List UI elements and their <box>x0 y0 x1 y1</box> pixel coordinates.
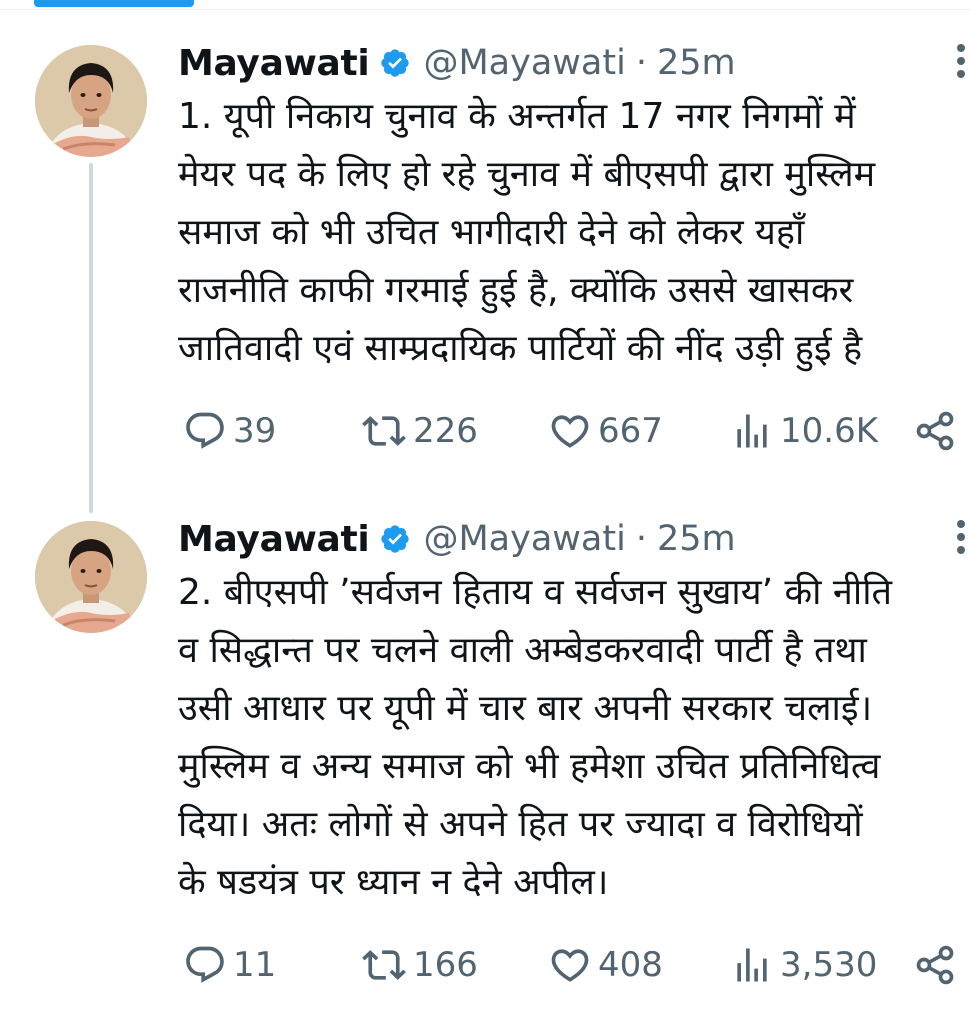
separator-dot: · <box>635 43 647 83</box>
views-count: 3,530 <box>780 945 878 985</box>
tweet-text-line: मुस्लिम व अन्य समाज को भी हमेशा उचित प्र… <box>178 746 881 787</box>
divider <box>0 9 971 10</box>
avatar[interactable] <box>35 45 147 157</box>
share-icon <box>916 945 954 985</box>
tweet-text-line: दिया। अतः लोगों से अपने हित पर ज्यादा व … <box>178 804 863 845</box>
tweet-header: Mayawati @Mayawati · 25m <box>178 514 736 564</box>
author-handle[interactable]: @Mayawati <box>423 519 625 559</box>
reply-button[interactable]: 11 <box>183 937 276 993</box>
tweet-text-line: 1. यूपी निकाय चुनाव के अन्तर्गत 17 नगर न… <box>178 96 856 137</box>
author-name[interactable]: Mayawati <box>178 519 370 560</box>
more-options-icon[interactable] <box>957 44 971 84</box>
share-button[interactable] <box>913 937 963 993</box>
tweet-actions: 39 226 667 10.6K <box>178 403 971 459</box>
separator-dot: · <box>635 519 647 559</box>
views-icon <box>737 414 767 448</box>
thread-connector-line <box>89 163 93 513</box>
tweet-timestamp[interactable]: 25m <box>657 43 736 83</box>
retweet-count: 226 <box>413 411 478 451</box>
reply-count: 11 <box>233 945 277 985</box>
tweet-text-line: जातिवादी एवं साम्प्रदायिक पार्टियों की न… <box>178 328 863 369</box>
verified-badge-icon <box>379 47 411 79</box>
tweet-text-line: उसी आधार पर यूपी में चार बार अपनी सरकार … <box>178 688 873 729</box>
tweet-text-line: के षडयंत्र पर ध्यान न देने अपील। <box>178 862 609 903</box>
retweet-icon <box>362 950 406 980</box>
like-button[interactable]: 408 <box>548 937 663 993</box>
like-count: 408 <box>598 945 663 985</box>
views-icon <box>737 948 767 982</box>
like-icon <box>551 415 589 448</box>
more-options-icon[interactable] <box>957 520 971 560</box>
author-name[interactable]: Mayawati <box>178 43 370 84</box>
reply-icon <box>186 946 224 983</box>
tweet-text-line: मेयर पद के लिए हो रहे चुनाव में बीएसपी द… <box>178 154 876 195</box>
tweet-text-line: समाज को भी उचित भागीदारी देने को लेकर यह… <box>178 212 805 253</box>
views-button[interactable]: 10.6K <box>730 403 878 459</box>
active-tab-indicator <box>34 0 194 7</box>
retweet-button[interactable]: 226 <box>361 403 478 459</box>
share-icon <box>916 411 954 451</box>
tweet-header: Mayawati @Mayawati · 25m <box>178 38 736 88</box>
tweet-actions: 11 166 408 3,530 <box>178 937 971 993</box>
tweet-text: 1. यूपी निकाय चुनाव के अन्तर्गत 17 नगर न… <box>178 88 971 378</box>
share-button[interactable] <box>913 403 963 459</box>
reply-icon <box>186 412 224 449</box>
like-icon <box>551 949 589 982</box>
tweet-text-line: व सिद्धान्त पर चलने वाली अम्बेडकरवादी पा… <box>178 630 867 671</box>
retweet-button[interactable]: 166 <box>361 937 478 993</box>
like-button[interactable]: 667 <box>548 403 663 459</box>
retweet-count: 166 <box>413 945 478 985</box>
tweet-text: 2. बीएसपी ’सर्वजन हिताय व सर्वजन सुखाय’ … <box>178 564 971 912</box>
views-button[interactable]: 3,530 <box>730 937 877 993</box>
tweet-text-line: राजनीति काफी गरमाई हुई है, क्योंकि उससे … <box>178 270 854 311</box>
views-count: 10.6K <box>780 411 878 451</box>
author-handle[interactable]: @Mayawati <box>423 43 625 83</box>
verified-badge-icon <box>379 523 411 555</box>
tweet-text-line: 2. बीएसपी ’सर्वजन हिताय व सर्वजन सुखाय’ … <box>178 572 893 613</box>
tweet-timestamp[interactable]: 25m <box>657 519 736 559</box>
like-count: 667 <box>598 411 663 451</box>
reply-button[interactable]: 39 <box>183 403 276 459</box>
reply-count: 39 <box>233 411 277 451</box>
avatar[interactable] <box>35 521 147 633</box>
retweet-icon <box>362 416 406 446</box>
